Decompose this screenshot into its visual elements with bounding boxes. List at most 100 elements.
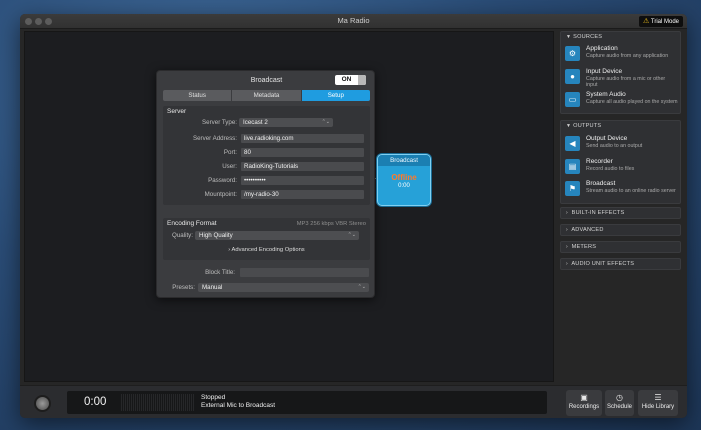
source-name: System Audio bbox=[586, 91, 626, 98]
advanced-group[interactable]: › ADVANCED bbox=[560, 224, 681, 236]
level-meter bbox=[121, 394, 195, 411]
expanded-arrow-icon: ▼ bbox=[566, 34, 572, 40]
encoding-spec: MP3 256 kbps VBR Stereo bbox=[296, 221, 366, 227]
recordings-button[interactable]: ▣ Recordings bbox=[566, 390, 602, 416]
node-title: Broadcast bbox=[378, 155, 430, 166]
audio-unit-effects-label: AUDIO UNIT EFFECTS bbox=[571, 261, 635, 267]
user-field[interactable]: RadioKing-Tutorials bbox=[241, 162, 364, 171]
source-item-system-audio[interactable]: ▭ System Audio Capture all audio played … bbox=[565, 91, 678, 113]
presets-value: Manual bbox=[202, 284, 223, 291]
broadcast-node[interactable]: Broadcast Offline 0:00 bbox=[377, 154, 431, 206]
encoding-heading: Encoding Format bbox=[167, 220, 217, 227]
microphone-icon: ● bbox=[565, 69, 580, 84]
outputs-heading-label: OUTPUTS bbox=[573, 123, 602, 129]
clock-icon: ◷ bbox=[616, 393, 623, 402]
warning-icon: ⚠ bbox=[643, 18, 650, 25]
node-time: 0:00 bbox=[398, 183, 410, 189]
sources-heading[interactable]: ▼ SOURCES bbox=[566, 34, 602, 40]
server-type-label: Server Type: bbox=[202, 119, 237, 126]
window-title: Ma Radio bbox=[337, 16, 370, 25]
schedule-label: Schedule bbox=[606, 404, 633, 410]
broadcast-settings-panel: Broadcast ON Status Metadata Setup Serve… bbox=[156, 70, 375, 298]
expanded-arrow-icon: ▼ bbox=[566, 123, 572, 129]
source-desc: Capture audio from any application bbox=[586, 53, 669, 59]
disclosure-arrow-icon: › bbox=[228, 247, 231, 253]
source-item-input-device[interactable]: ● Input Device Capture audio from a mic … bbox=[565, 68, 678, 90]
chevron-updown-icon: ⌃⌄ bbox=[321, 119, 330, 125]
hide-library-button[interactable]: ☰ Hide Library bbox=[638, 390, 678, 416]
transport-bar: 0:00 Stopped External Mic to Broadcast ▣… bbox=[20, 385, 687, 418]
advanced-encoding-label: Advanced Encoding Options bbox=[231, 247, 305, 253]
library-sidebar: ▼ SOURCES ⚙ Application Capture audio fro… bbox=[560, 31, 681, 382]
output-item-output-device[interactable]: ◀ Output Device Send audio to an output bbox=[565, 135, 678, 157]
port-field[interactable]: 80 bbox=[241, 148, 364, 157]
advanced-label: ADVANCED bbox=[571, 227, 604, 233]
node-status: Offline bbox=[391, 173, 417, 182]
audio-unit-effects-heading: › AUDIO UNIT EFFECTS bbox=[566, 261, 634, 267]
server-type-select[interactable]: Icecast 2 ⌃⌄ bbox=[239, 118, 333, 127]
monitor-icon: ▭ bbox=[565, 92, 580, 107]
tab-setup[interactable]: Setup bbox=[301, 90, 370, 101]
builtin-effects-group[interactable]: › BUILT-IN EFFECTS bbox=[560, 207, 681, 219]
tab-status[interactable]: Status bbox=[163, 90, 233, 101]
block-title-label: Block Title: bbox=[205, 269, 235, 276]
schedule-button[interactable]: ◷ Schedule bbox=[605, 390, 634, 416]
output-desc: Record audio to files bbox=[586, 166, 635, 172]
mountpoint-field[interactable]: /my-radio-30 bbox=[241, 190, 364, 199]
source-name: Application bbox=[586, 45, 618, 52]
output-item-broadcast[interactable]: ⚑ Broadcast Stream audio to an online ra… bbox=[565, 180, 678, 202]
output-name: Output Device bbox=[586, 135, 628, 142]
quality-value: High Quality bbox=[199, 232, 233, 239]
sources-group: ▼ SOURCES ⚙ Application Capture audio fro… bbox=[560, 31, 681, 114]
presets-select[interactable]: Manual ⌃⌄ bbox=[198, 283, 369, 292]
output-name: Recorder bbox=[586, 158, 613, 165]
server-address-field[interactable]: live.radioking.com bbox=[241, 134, 364, 143]
session-status: Stopped bbox=[201, 394, 226, 401]
broadcast-on-toggle[interactable]: ON bbox=[335, 75, 366, 85]
application-icon: ⚙ bbox=[565, 46, 580, 61]
speaker-icon: ◀ bbox=[565, 136, 580, 151]
tab-metadata[interactable]: Metadata bbox=[232, 90, 302, 101]
password-field[interactable]: •••••••••• bbox=[241, 176, 364, 185]
source-item-application[interactable]: ⚙ Application Capture audio from any app… bbox=[565, 45, 678, 67]
builtin-effects-heading: › BUILT-IN EFFECTS bbox=[566, 210, 624, 216]
hide-library-label: Hide Library bbox=[641, 404, 675, 410]
meters-label: METERS bbox=[571, 244, 597, 250]
outputs-heading[interactable]: ▼ OUTPUTS bbox=[566, 123, 601, 129]
outputs-group: ▼ OUTPUTS ◀ Output Device Send audio to a… bbox=[560, 120, 681, 204]
source-name: Input Device bbox=[586, 68, 623, 75]
title-bar: Ma Radio ⚠ Trial Mode bbox=[20, 14, 687, 29]
user-label: User: bbox=[222, 163, 237, 170]
recordings-label: Recordings bbox=[568, 404, 600, 410]
record-button[interactable] bbox=[34, 395, 51, 412]
server-address-label: Server Address: bbox=[192, 135, 237, 142]
panel-tabs: Status Metadata Setup bbox=[163, 90, 370, 101]
broadcast-icon: ⚑ bbox=[565, 181, 580, 196]
meters-heading: › METERS bbox=[566, 244, 596, 250]
output-item-recorder[interactable]: ▤ Recorder Record audio to files bbox=[565, 158, 678, 180]
source-desc: Capture audio from a mic or other input bbox=[586, 76, 666, 89]
recorder-icon: ▤ bbox=[565, 159, 580, 174]
advanced-encoding-toggle[interactable]: › Advanced Encoding Options bbox=[163, 247, 370, 253]
block-title-field[interactable] bbox=[240, 268, 369, 277]
list-icon: ☰ bbox=[654, 393, 662, 402]
collapsed-arrow-icon: › bbox=[566, 261, 568, 267]
toggle-label: ON bbox=[341, 76, 352, 83]
meters-group[interactable]: › METERS bbox=[560, 241, 681, 253]
server-type-value: Icecast 2 bbox=[243, 119, 268, 126]
builtin-effects-label: BUILT-IN EFFECTS bbox=[571, 210, 625, 216]
toggle-knob bbox=[358, 75, 366, 85]
server-heading: Server bbox=[167, 108, 187, 115]
output-name: Broadcast bbox=[586, 180, 616, 187]
source-desc: Capture all audio played on the system bbox=[586, 99, 678, 105]
server-section: Server Server Type: Icecast 2 ⌃⌄ Server … bbox=[163, 106, 370, 205]
presets-label: Presets: bbox=[172, 284, 195, 291]
advanced-heading: › ADVANCED bbox=[566, 227, 604, 233]
quality-select[interactable]: High Quality ⌃⌄ bbox=[195, 231, 359, 240]
trial-mode-badge[interactable]: ⚠ Trial Mode bbox=[639, 16, 683, 27]
session-route: External Mic to Broadcast bbox=[201, 402, 276, 409]
status-display: 0:00 Stopped External Mic to Broadcast bbox=[67, 391, 547, 414]
recordings-icon: ▣ bbox=[580, 393, 588, 402]
audio-unit-effects-group[interactable]: › AUDIO UNIT EFFECTS bbox=[560, 258, 681, 270]
port-label: Port: bbox=[223, 149, 237, 156]
